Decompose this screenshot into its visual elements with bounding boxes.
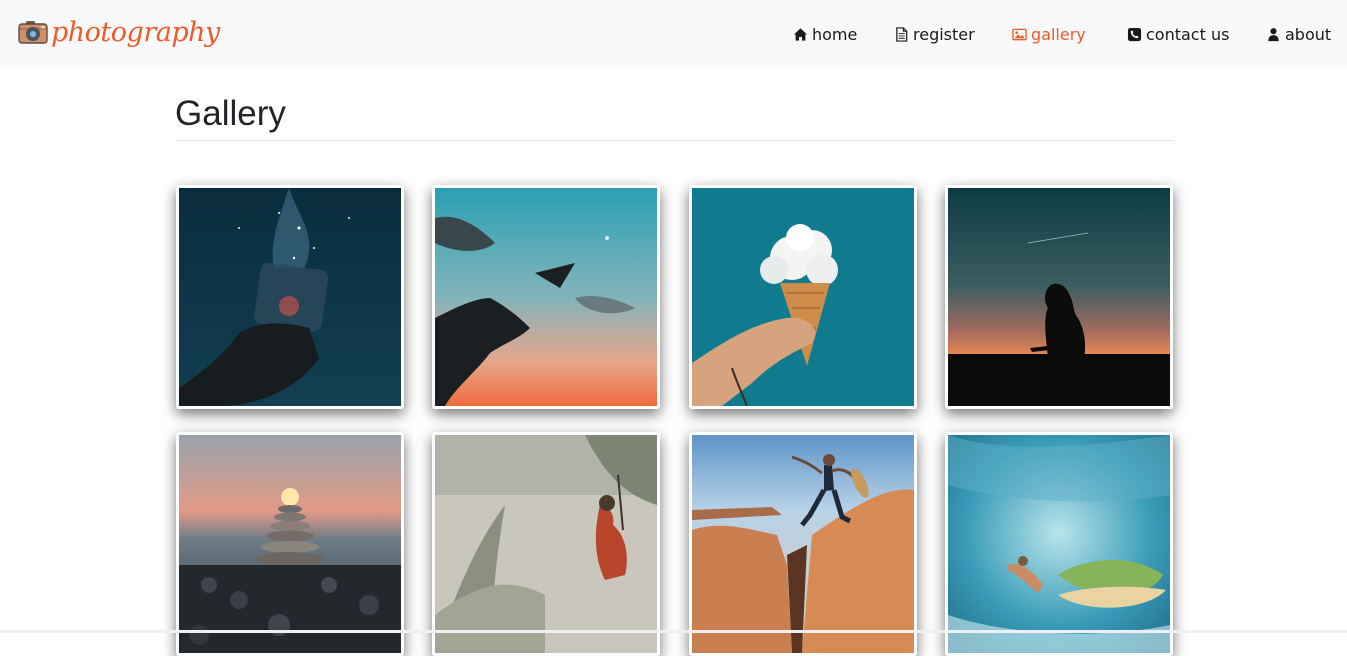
gallery-photo-cloud-cone[interactable] [689,185,917,409]
gallery-photo-paper-plane[interactable] [432,185,660,409]
gallery-photo-silhouette-sunset[interactable] [945,185,1173,409]
gallery-photo-canyon-jump[interactable] [689,432,917,656]
photo-gallery [0,0,1347,656]
gallery-photo-dune-grass[interactable] [432,432,660,656]
gallery-photo-galaxy-jar[interactable] [176,185,404,409]
gallery-photo-stone-stack[interactable] [176,432,404,656]
gallery-photo-wave-surfer[interactable] [945,432,1173,656]
